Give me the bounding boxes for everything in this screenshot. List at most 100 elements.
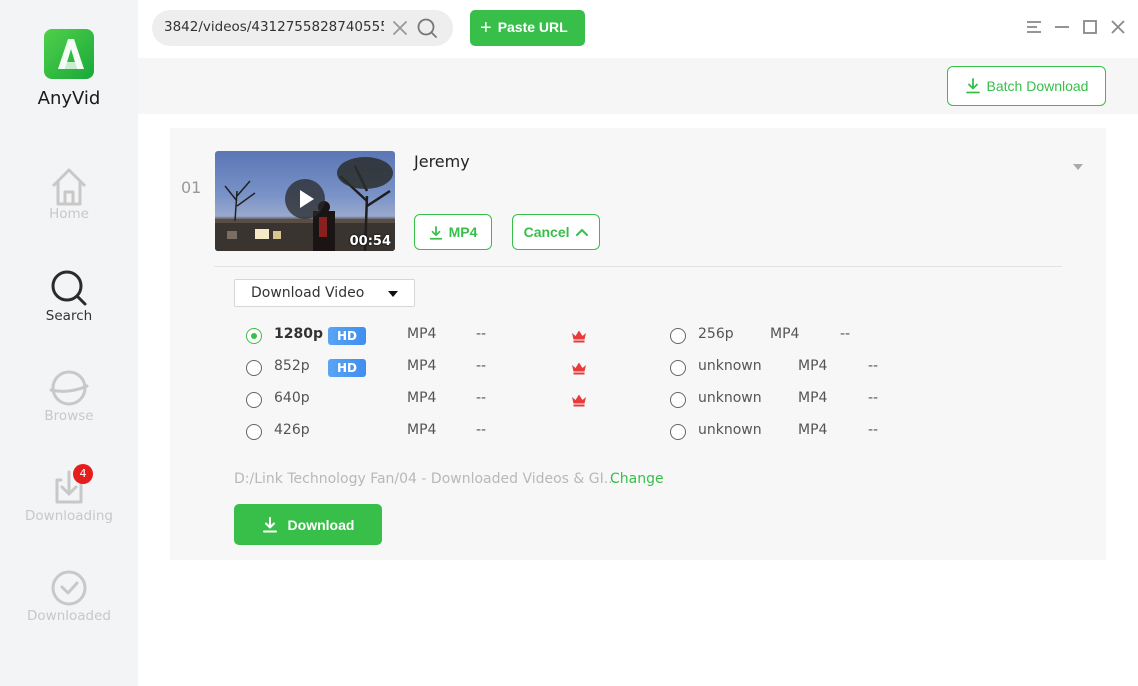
- cancel-button[interactable]: Cancel: [512, 214, 600, 250]
- quality-option-640p[interactable]: 640p MP4 --: [246, 389, 586, 413]
- format: MP4: [798, 422, 828, 438]
- batch-download-label: Batch Download: [986, 78, 1089, 94]
- video-title: Jeremy: [414, 152, 470, 171]
- search-icon[interactable]: [416, 17, 438, 39]
- menu-icon[interactable]: [1025, 18, 1043, 36]
- download-label: Download: [287, 516, 355, 533]
- app-name: AnyVid: [37, 88, 101, 109]
- video-thumbnail[interactable]: 00:54: [215, 151, 395, 251]
- resolution: unknown: [698, 358, 762, 374]
- quality-option-426p[interactable]: 426p MP4 --: [246, 421, 536, 445]
- download-mode-select[interactable]: Download Video: [234, 279, 415, 307]
- format: MP4: [798, 358, 828, 374]
- sidebar-item-browse[interactable]: Browse: [0, 368, 138, 438]
- play-button[interactable]: [285, 179, 325, 219]
- maximize-icon[interactable]: [1081, 18, 1099, 36]
- paste-url-label: Paste URL: [497, 18, 568, 35]
- format: MP4: [770, 326, 800, 342]
- quick-mp4-download-button[interactable]: MP4: [414, 214, 492, 250]
- resolution: unknown: [698, 390, 762, 406]
- download-tray-icon: 4: [49, 464, 93, 508]
- download-mode-value: Download Video: [251, 285, 365, 301]
- quality-option-852p[interactable]: 852p HD MP4 --: [246, 357, 586, 381]
- format: MP4: [407, 358, 437, 374]
- cancel-label: Cancel: [523, 224, 570, 240]
- file-size: --: [476, 390, 487, 406]
- chevron-up-icon: [576, 228, 589, 236]
- radio-button[interactable]: [246, 360, 262, 376]
- sidebar-item-downloaded[interactable]: Downloaded: [0, 568, 138, 638]
- check-circle-icon: [49, 568, 89, 608]
- search-icon: [49, 268, 89, 308]
- sidebar-item-label: Browse: [44, 408, 94, 424]
- quality-option-unknown[interactable]: unknown MP4 --: [670, 421, 910, 445]
- download-icon: [262, 516, 277, 532]
- file-size: --: [476, 358, 487, 374]
- resolution: 852p: [274, 358, 310, 374]
- caret-down-icon: [388, 291, 398, 297]
- minimize-icon[interactable]: [1053, 18, 1071, 36]
- format: MP4: [407, 422, 437, 438]
- divider: [214, 266, 1062, 267]
- batch-download-button[interactable]: Batch Download: [947, 66, 1106, 106]
- video-index: 01: [181, 178, 202, 197]
- plus-icon: +: [480, 16, 492, 39]
- sidebar-item-home[interactable]: Home: [0, 166, 138, 236]
- url-input[interactable]: 3842/videos/4312755828740555/: [164, 19, 384, 35]
- radio-button[interactable]: [246, 392, 262, 408]
- video-duration: 00:54: [349, 234, 391, 249]
- quality-option-unknown[interactable]: unknown MP4 --: [670, 389, 910, 413]
- resolution: 640p: [274, 390, 310, 406]
- file-size: --: [476, 422, 487, 438]
- radio-button[interactable]: [246, 328, 262, 344]
- sidebar-item-label: Downloading: [25, 508, 113, 524]
- mp4-label: MP4: [448, 224, 478, 240]
- save-path: D:/Link Technology Fan/04 - Downloaded V…: [234, 471, 618, 487]
- app-logo: [44, 29, 94, 79]
- hd-badge: HD: [328, 359, 366, 377]
- url-search-field[interactable]: 3842/videos/4312755828740555/: [152, 10, 453, 46]
- radio-button[interactable]: [670, 328, 686, 344]
- file-size: --: [840, 326, 851, 342]
- file-size: --: [868, 358, 879, 374]
- home-icon: [49, 166, 89, 206]
- premium-crown-icon: [572, 394, 586, 407]
- sidebar-item-label: Search: [45, 308, 93, 324]
- radio-button[interactable]: [246, 424, 262, 440]
- resolution: unknown: [698, 422, 762, 438]
- close-icon[interactable]: [1109, 18, 1127, 36]
- format: MP4: [407, 390, 437, 406]
- file-size: --: [868, 390, 879, 406]
- download-button[interactable]: Download: [234, 504, 382, 545]
- format: MP4: [798, 390, 828, 406]
- resolution: 426p: [274, 422, 310, 438]
- download-icon: [429, 226, 442, 240]
- change-path-link[interactable]: Change: [610, 471, 664, 487]
- premium-crown-icon: [572, 362, 586, 375]
- collapse-caret-icon[interactable]: [1072, 156, 1084, 170]
- radio-button[interactable]: [670, 360, 686, 376]
- format: MP4: [407, 326, 437, 342]
- clear-icon[interactable]: [390, 18, 410, 38]
- hd-badge: HD: [328, 327, 366, 345]
- resolution: 256p: [698, 326, 734, 342]
- sidebar-item-downloading[interactable]: 4 Downloading: [0, 464, 138, 538]
- radio-button[interactable]: [670, 424, 686, 440]
- radio-button[interactable]: [670, 392, 686, 408]
- file-size: --: [476, 326, 487, 342]
- sidebar-item-label: Home: [49, 206, 89, 222]
- planet-icon: [49, 368, 89, 408]
- video-card: 01 00:54 Jeremy MP4 Cancel Download Vide…: [170, 128, 1106, 560]
- downloading-count-badge: 4: [73, 464, 93, 484]
- quality-option-unknown[interactable]: unknown MP4 --: [670, 357, 910, 381]
- top-bar: 3842/videos/4312755828740555/ + Paste URL: [138, 0, 1138, 58]
- download-icon: [965, 78, 980, 94]
- sidebar-item-search[interactable]: Search: [0, 268, 138, 338]
- quality-option-256p[interactable]: 256p MP4 --: [670, 325, 910, 349]
- sidebar: AnyVid Home Search Browse 4 Downloading …: [0, 0, 138, 686]
- premium-crown-icon: [572, 330, 586, 343]
- file-size: --: [868, 422, 879, 438]
- quality-option-1280p[interactable]: 1280p HD MP4 --: [246, 325, 586, 349]
- paste-url-button[interactable]: + Paste URL: [470, 10, 585, 46]
- resolution: 1280p: [274, 326, 323, 342]
